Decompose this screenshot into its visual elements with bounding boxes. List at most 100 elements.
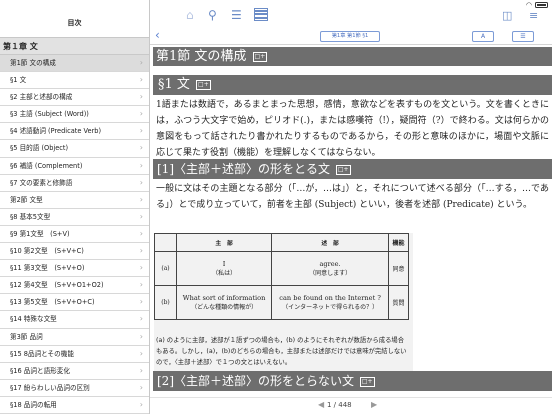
toc-item-label: §7 文の要素と修飾語 bbox=[10, 178, 73, 187]
row-label: (b) bbox=[154, 285, 177, 320]
predicate-text: can be found on the Internet ? bbox=[279, 293, 381, 302]
table-note: (a) のように主部，述部が１語ずつの場合も，(b) のようにそれぞれが数語から… bbox=[156, 337, 407, 366]
toc-item[interactable]: §12 第4文型 (S+V+O1+O2) › bbox=[0, 277, 149, 295]
subject-text: I bbox=[222, 259, 226, 268]
page-footer: ◀ 1 / 448 ▶ bbox=[150, 397, 552, 414]
toc-item[interactable]: §16 品詞と語形変化 › bbox=[0, 363, 149, 380]
search-icon[interactable]: ⚲ bbox=[208, 8, 217, 22]
section-heading: 第1節 文の構成 □+ bbox=[153, 47, 552, 66]
chevron-right-icon: › bbox=[139, 211, 143, 221]
grid-icon[interactable] bbox=[254, 8, 268, 21]
predicate-translation: （同意します） bbox=[309, 269, 352, 277]
toc-item[interactable]: 第3節 品詞 › bbox=[0, 329, 149, 346]
toc-chapter-header[interactable]: 第１章 文 bbox=[0, 38, 149, 55]
toc-item[interactable]: §5 目的語 (Object) › bbox=[0, 140, 149, 158]
table-row: (a) I （私は） agree. （同意します） 同意 bbox=[154, 251, 409, 286]
chevron-right-icon: › bbox=[139, 92, 143, 102]
bookmark-add-button[interactable]: □+ bbox=[196, 80, 211, 90]
home-icon[interactable]: ⌂ bbox=[186, 8, 194, 22]
toc-item[interactable]: §15 8品詞とその機能 › bbox=[0, 346, 149, 363]
toc-item[interactable]: §10 第2文型 (S+V+C) › bbox=[0, 243, 149, 261]
list-icon[interactable]: ☰ bbox=[231, 8, 242, 22]
toc-item[interactable]: §13 第5文型 (S+V+O+C) › bbox=[0, 294, 149, 312]
toc-item[interactable]: §14 特殊な文型 › bbox=[0, 311, 149, 329]
reader-pane: ⌂ ⚲ ☰ ◫ ≡ ◠ ‹ 第1章 第1節 §1 A ☰ 第1節 文の構成 □+… bbox=[150, 0, 552, 414]
nav-bar: ‹ 第1章 第1節 §1 A ☰ bbox=[150, 28, 552, 45]
toc-item-label: §8 基本5文型 bbox=[10, 212, 51, 221]
chevron-right-icon: › bbox=[139, 365, 143, 375]
subject-cell: What sort of information （どんな種類の情報が） bbox=[175, 285, 273, 320]
table-header-label bbox=[154, 233, 177, 252]
bookmark-add-button[interactable]: □+ bbox=[359, 377, 375, 387]
toc-item-label: §11 第3文型 (S+V+O) bbox=[10, 264, 85, 273]
subject-cell: I （私は） bbox=[175, 251, 273, 286]
toc-item-label: 第1節 文の構成 bbox=[10, 59, 56, 67]
location-button[interactable]: 第1章 第1節 §1 bbox=[320, 31, 380, 42]
section-heading-text: 第1節 文の構成 bbox=[156, 49, 247, 64]
book-icon[interactable]: ◫ bbox=[502, 8, 512, 22]
menu-icon[interactable]: ≡ bbox=[529, 8, 538, 22]
predicate-translation: （インターネットで得られるの？） bbox=[282, 303, 379, 311]
toc-item-label: 第2節 文型 bbox=[10, 195, 43, 204]
toc-item[interactable]: §11 第3文型 (S+V+O) › bbox=[0, 260, 149, 278]
chevron-right-icon: › bbox=[139, 177, 143, 187]
bookmark-add-button[interactable]: □+ bbox=[252, 52, 268, 62]
toc-item-label: §16 品詞と語形変化 bbox=[10, 366, 70, 375]
example-table: 主 部 述 部 機能 (a) I （私は） agree. （同意します） 同意 … bbox=[154, 233, 409, 320]
toc-item[interactable]: 第1節 文の構成 › bbox=[0, 55, 149, 73]
chevron-right-icon: › bbox=[139, 314, 143, 324]
toc-item-label: §17 紛らわしい品詞の区別 bbox=[10, 383, 90, 392]
chevron-right-icon: › bbox=[139, 194, 143, 204]
table-header-function: 機能 bbox=[388, 233, 409, 252]
function-cell: 質問 bbox=[388, 285, 409, 320]
note-button[interactable]: ☰ bbox=[512, 31, 534, 42]
toc-item-label: §4 述語動詞 (Predicate Verb) bbox=[10, 127, 102, 136]
toc-item-label: §3 主語 (Subject (Word)) bbox=[10, 110, 89, 119]
toc-item-label: §6 補語 (Complement) bbox=[10, 161, 83, 170]
chevron-right-icon: › bbox=[139, 297, 143, 307]
toc-item[interactable]: §17 紛らわしい品詞の区別 › bbox=[0, 380, 149, 397]
subject-translation: （私は） bbox=[212, 269, 237, 277]
toc-item-label: §13 第5文型 (S+V+O+C) bbox=[10, 298, 95, 307]
chevron-right-icon: › bbox=[139, 399, 143, 409]
subject-text: What sort of information bbox=[182, 293, 266, 302]
toc-item[interactable]: §7 文の要素と修飾語 › bbox=[0, 175, 149, 192]
chevron-right-icon: › bbox=[139, 382, 143, 392]
toc-item-label: §14 特殊な文型 bbox=[10, 315, 57, 324]
toc-item[interactable]: §8 基本5文型 › bbox=[0, 209, 149, 226]
table-header-subject: 主 部 bbox=[175, 233, 273, 252]
function-cell: 同意 bbox=[388, 251, 409, 286]
toc-item[interactable]: §6 補語 (Complement) › bbox=[0, 158, 149, 175]
paragraph-2: 一般に文はその主題となる部分（「…が，…は」）と，それについて述べる部分（「…す… bbox=[156, 184, 549, 210]
toc-item[interactable]: §3 主語 (Subject (Word)) › bbox=[0, 106, 149, 124]
chevron-right-icon: › bbox=[139, 75, 143, 85]
next-page-button[interactable]: ▶ bbox=[371, 400, 377, 409]
bookmark-add-button[interactable]: □+ bbox=[335, 165, 351, 175]
chevron-right-icon: › bbox=[139, 263, 143, 273]
font-size-button[interactable]: A bbox=[472, 31, 494, 42]
toc-item[interactable]: §2 主部と述部の構成 › bbox=[0, 89, 149, 107]
battery-icon bbox=[535, 2, 548, 8]
paragraph-1: 1語または数語で，あるまとまった思想，感情，意欲などを表すものを文という。文を書… bbox=[156, 100, 549, 158]
toc-item[interactable]: §9 第1文型 (S+V) › bbox=[0, 226, 149, 244]
back-arrow-icon[interactable]: ‹ bbox=[155, 29, 160, 41]
topic-heading-text: [2]〈主部＋述部〉の形をとらない文 bbox=[157, 374, 354, 388]
toc-item[interactable]: 第2節 文型 › bbox=[0, 192, 149, 209]
chevron-right-icon: › bbox=[139, 143, 143, 153]
toc-item[interactable]: §18 品詞の転用 › bbox=[0, 397, 149, 414]
topic-heading-2: [2]〈主部＋述部〉の形をとらない文 □+ bbox=[153, 371, 552, 391]
toc-item-label: §12 第4文型 (S+V+O1+O2) bbox=[10, 281, 104, 290]
toc-item-label: §15 8品詞とその機能 bbox=[10, 349, 74, 358]
chevron-right-icon: › bbox=[139, 109, 143, 119]
topic-heading-text: [1]〈主部＋述部〉の形をとる文 bbox=[157, 162, 330, 176]
chevron-right-icon: › bbox=[139, 331, 143, 341]
chevron-right-icon: › bbox=[139, 280, 143, 290]
toc-item-label: §18 品詞の転用 bbox=[10, 400, 57, 409]
toc-item-label: §5 目的語 (Object) bbox=[10, 144, 69, 153]
toc-item[interactable]: §1 文 › bbox=[0, 72, 149, 90]
predicate-cell: agree. （同意します） bbox=[271, 251, 389, 286]
prev-page-button[interactable]: ◀ bbox=[318, 400, 324, 409]
toc-item[interactable]: §4 述語動詞 (Predicate Verb) › bbox=[0, 123, 149, 141]
chevron-right-icon: › bbox=[139, 246, 143, 256]
toc-list: 第1節 文の構成 › §1 文 › §2 主部と述部の構成 › §3 主語 (Subject… bbox=[0, 55, 149, 414]
